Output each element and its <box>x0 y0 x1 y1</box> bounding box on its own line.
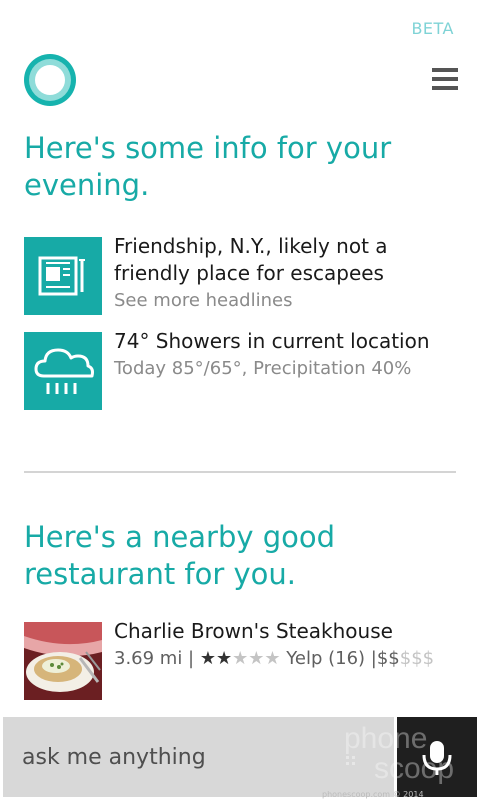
section-divider <box>24 471 456 473</box>
restaurant-details: 3.69 mi | ★★★★★ Yelp (16) |$$$$$ <box>114 645 454 673</box>
star-empty-icon: ★ <box>264 648 281 669</box>
price-off: $$$ <box>399 648 435 669</box>
see-more-headlines-link[interactable]: See more headlines <box>114 287 454 315</box>
search-bar[interactable] <box>3 717 394 797</box>
star-empty-icon: ★ <box>248 648 265 669</box>
star-empty-icon: ★ <box>232 648 249 669</box>
cortana-logo-icon[interactable] <box>24 54 76 106</box>
news-headline[interactable]: Friendship, N.Y., likely not a friendly … <box>114 233 454 287</box>
restaurant-name[interactable]: Charlie Brown's Steakhouse <box>114 618 454 645</box>
microphone-button[interactable] <box>397 717 477 797</box>
price-level: $$$$$ <box>377 648 434 669</box>
evening-heading: Here's some info for your evening. <box>24 131 392 202</box>
weather-current: 74° Showers in current location <box>114 329 430 353</box>
star-filled-icon: ★ <box>199 648 216 669</box>
ask-input[interactable] <box>3 717 394 797</box>
rating-stars: ★★★★★ <box>200 648 281 669</box>
price-on: $$ <box>376 648 400 669</box>
weather-forecast: Today 85°/65°, Precipitation 40% <box>114 358 412 379</box>
watermark-footer: phonescoop.com © 2014 <box>322 790 424 799</box>
yelp-reviews: Yelp (16) | <box>286 648 377 669</box>
steak-dish-photo <box>24 622 102 700</box>
restaurant-heading: Here's a nearby good restaurant for you. <box>24 520 336 591</box>
microphone-icon <box>422 741 452 775</box>
beta-label: BETA <box>411 19 454 38</box>
hamburger-menu-icon[interactable] <box>432 68 458 90</box>
star-filled-icon: ★ <box>216 648 233 669</box>
restaurant-distance: 3.69 mi | <box>114 648 195 669</box>
rain-cloud-icon <box>24 332 102 410</box>
newspaper-icon <box>24 237 102 315</box>
